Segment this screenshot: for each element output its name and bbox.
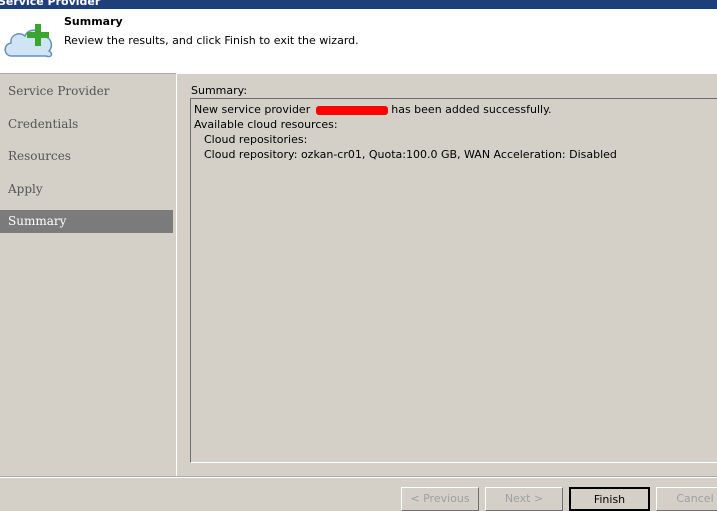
summary-line-3: Cloud repositories: [204,133,308,146]
footer-separator [0,476,717,478]
previous-button[interactable]: < Previous [401,487,479,511]
nav-item-service-provider[interactable]: Service Provider [0,80,173,103]
nav-item-summary[interactable]: Summary [0,210,173,233]
header-title: Summary [64,15,123,28]
summary-line-1-suffix: has been added successfully. [391,103,552,116]
wizard-steps-nav: Service Provider Credentials Resources A… [0,80,173,243]
window-title-bar: Service Provider [0,0,717,9]
header-subtitle: Review the results, and click Finish to … [64,34,359,47]
summary-textbox[interactable]: New service provider has been added succ… [190,98,717,463]
window-title: Service Provider [0,0,101,8]
redaction-mark [315,105,388,115]
cloud-add-icon [4,24,53,58]
summary-label: Summary: [191,84,248,97]
wizard-header: Summary Review the results, and click Fi… [0,9,717,74]
summary-line-1-prefix: New service provider [194,103,311,116]
nav-item-resources[interactable]: Resources [0,145,173,168]
summary-line-2: Available cloud resources: [194,118,338,131]
nav-item-credentials[interactable]: Credentials [0,113,173,136]
next-button[interactable]: Next > [485,487,563,511]
nav-item-apply[interactable]: Apply [0,178,173,201]
cancel-button[interactable]: Cancel [656,487,717,511]
summary-line-1: New service provider has been added succ… [194,102,714,117]
finish-button[interactable]: Finish [569,487,650,511]
summary-line-4: Cloud repository: ozkan-cr01, Quota:100.… [204,148,617,161]
